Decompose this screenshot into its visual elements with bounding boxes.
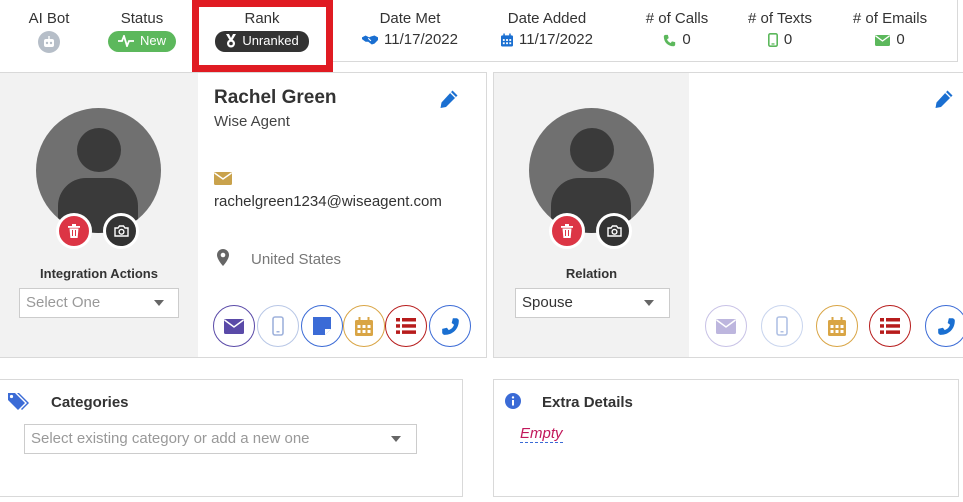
envelope-icon xyxy=(224,318,244,334)
stat-calls: # of Calls 0 xyxy=(643,10,711,49)
integration-actions-select[interactable]: Select One xyxy=(19,288,179,318)
mobile-icon xyxy=(776,316,788,336)
chevron-down-icon xyxy=(644,300,654,306)
edit-contact-pencil-icon[interactable] xyxy=(439,89,459,109)
spouse-add-appointment-button[interactable] xyxy=(816,305,858,347)
contact-name: Rachel Green xyxy=(214,87,337,108)
heartbeat-icon xyxy=(117,35,134,47)
contact-card: Integration Actions Select One Rachel Gr… xyxy=(0,72,487,358)
stat-texts-label: # of Texts xyxy=(748,10,812,27)
info-circle-icon xyxy=(505,393,521,409)
date-added-value: 11/17/2022 xyxy=(519,31,593,48)
email-envelope-icon xyxy=(214,172,232,185)
add-task-button[interactable] xyxy=(385,305,427,347)
integration-actions-placeholder: Select One xyxy=(26,294,101,311)
tags-icon xyxy=(8,393,29,410)
stat-date-added-label: Date Added xyxy=(507,10,587,27)
camera-icon xyxy=(113,225,129,237)
phone-icon xyxy=(937,317,955,335)
handshake-icon xyxy=(362,35,379,45)
stats-bar-edge xyxy=(957,0,958,62)
categories-panel: Categories Select existing category or a… xyxy=(0,379,463,497)
calendar-icon xyxy=(355,316,373,336)
call-contact-button[interactable] xyxy=(429,305,471,347)
stat-status-label: Status xyxy=(120,10,164,27)
stat-date-met: Date Met 11/17/2022 xyxy=(362,10,458,49)
trash-icon xyxy=(561,224,573,238)
map-marker-icon xyxy=(217,249,229,266)
contact-country: United States xyxy=(251,251,342,268)
robot-icon[interactable] xyxy=(38,31,60,53)
status-badge[interactable]: New xyxy=(107,31,176,52)
categories-title: Categories xyxy=(51,394,129,411)
contact-email[interactable]: rachelgreen1234@wiseagent.com xyxy=(214,193,442,210)
extra-details-title: Extra Details xyxy=(542,394,633,411)
trash-icon xyxy=(68,224,80,238)
stat-date-added: Date Added 11/17/2022 xyxy=(501,10,593,49)
texts-value: 0 xyxy=(783,31,793,48)
upload-photo-button[interactable] xyxy=(103,213,139,249)
contact-company: Wise Agent xyxy=(214,113,290,130)
stats-bar-divider xyxy=(331,61,958,62)
calendar-icon xyxy=(501,33,514,47)
add-note-button[interactable] xyxy=(301,305,343,347)
delete-spouse-photo-button[interactable] xyxy=(549,213,585,249)
date-met-value: 11/17/2022 xyxy=(384,31,458,48)
edit-spouse-pencil-icon[interactable] xyxy=(934,89,954,109)
upload-spouse-photo-button[interactable] xyxy=(596,213,632,249)
chevron-down-icon xyxy=(391,436,401,442)
stat-ai-bot-label: AI Bot xyxy=(28,10,70,27)
stat-date-met-label: Date Met xyxy=(379,10,441,27)
spouse-send-email-button[interactable] xyxy=(705,305,747,347)
stat-texts: # of Texts 0 xyxy=(744,10,816,49)
camera-icon xyxy=(606,225,622,237)
calls-value: 0 xyxy=(682,31,691,48)
contact-avatar xyxy=(36,108,161,233)
phone-icon xyxy=(441,317,459,335)
integration-actions-label: Integration Actions xyxy=(40,266,158,281)
list-icon xyxy=(396,318,416,334)
stat-emails: # of Emails 0 xyxy=(848,10,932,49)
relation-label: Relation xyxy=(565,266,618,281)
add-appointment-button[interactable] xyxy=(343,305,385,347)
extra-details-panel: Extra Details Empty xyxy=(493,379,959,497)
stat-emails-label: # of Emails xyxy=(852,10,928,27)
stat-calls-label: # of Calls xyxy=(645,10,709,27)
mobile-icon xyxy=(767,33,778,47)
emails-value: 0 xyxy=(896,31,905,48)
send-text-button[interactable] xyxy=(257,305,299,347)
phone-icon xyxy=(664,34,676,46)
spouse-call-button[interactable] xyxy=(925,305,963,347)
stat-status: Status New xyxy=(104,10,180,52)
list-icon xyxy=(880,318,900,334)
categories-placeholder: Select existing category or add a new on… xyxy=(31,430,310,447)
spouse-send-text-button[interactable] xyxy=(761,305,803,347)
send-email-button[interactable] xyxy=(213,305,255,347)
envelope-icon xyxy=(716,318,736,334)
spouse-avatar xyxy=(529,108,654,233)
calendar-icon xyxy=(828,316,846,336)
extra-details-value[interactable]: Empty xyxy=(520,425,563,443)
sticky-note-icon xyxy=(313,317,331,335)
envelope-icon xyxy=(875,34,891,46)
mobile-icon xyxy=(272,316,284,336)
chevron-down-icon xyxy=(154,300,164,306)
status-value: New xyxy=(139,33,166,48)
relation-select[interactable]: Spouse xyxy=(515,288,670,318)
delete-photo-button[interactable] xyxy=(56,213,92,249)
relation-value: Spouse xyxy=(522,294,573,311)
spouse-add-task-button[interactable] xyxy=(869,305,911,347)
stat-ai-bot: AI Bot xyxy=(24,10,74,53)
spouse-card: Relation Spouse xyxy=(493,72,963,358)
rank-highlight-box xyxy=(192,0,333,72)
stats-bar: AI Bot Status New Rank Unranked Date Met… xyxy=(0,0,963,62)
categories-select[interactable]: Select existing category or add a new on… xyxy=(24,424,417,454)
